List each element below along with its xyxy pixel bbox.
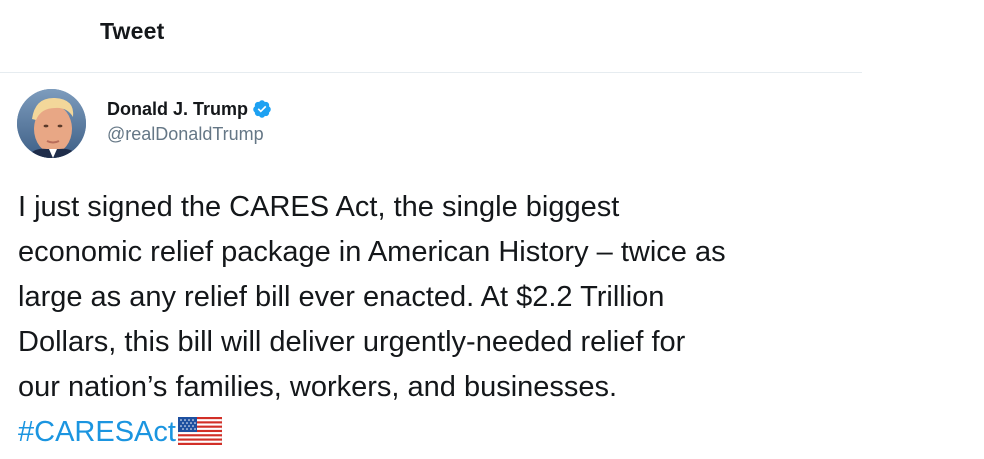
avatar[interactable] xyxy=(17,89,86,158)
us-flag-icon xyxy=(177,414,223,446)
page-title: Tweet xyxy=(100,18,165,44)
tweet-card: Donald J. Trump @realDonaldTrump I just … xyxy=(0,73,862,458)
profile-photo-icon xyxy=(17,89,86,158)
verified-badge-icon xyxy=(252,99,272,119)
hashtag-link[interactable]: #CARESAct xyxy=(18,416,176,448)
tweet-text-line: our nation’s families, workers, and busi… xyxy=(18,371,618,403)
tweet-text-line: large as any relief bill ever enacted. A… xyxy=(18,281,665,313)
author-name-row: Donald J. Trump xyxy=(107,97,272,121)
author-name[interactable]: Donald J. Trump xyxy=(107,99,248,120)
tweet-text-line: Dollars, this bill will deliver urgently… xyxy=(18,326,686,358)
tweet-text-line: economic relief package in American Hist… xyxy=(18,236,726,268)
author-handle[interactable]: @realDonaldTrump xyxy=(107,124,272,145)
tweet-author: Donald J. Trump @realDonaldTrump xyxy=(107,97,272,145)
tweet-text-line: I just signed the CARES Act, the single … xyxy=(18,191,620,223)
tweet-hashtag-line: #CARESAct xyxy=(18,410,858,455)
page-header: Tweet xyxy=(0,0,862,73)
tweet-text: I just signed the CARES Act, the single … xyxy=(18,185,858,455)
